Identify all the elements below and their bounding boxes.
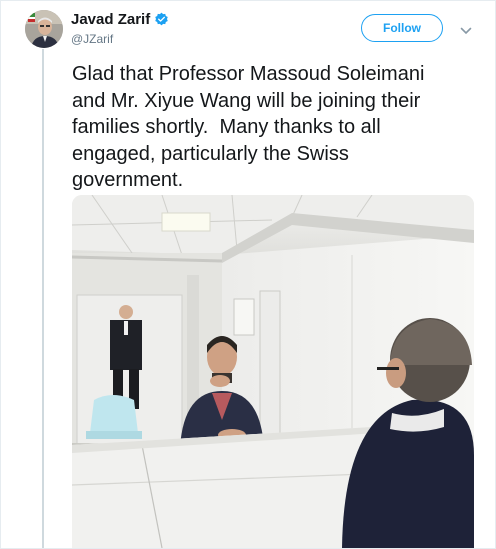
- tweet-text: Glad that Professor Massoud Soleimani an…: [72, 63, 425, 191]
- avatar[interactable]: [25, 10, 63, 48]
- author-handle[interactable]: @JZarif: [71, 32, 113, 46]
- chevron-down-icon[interactable]: [460, 23, 472, 35]
- verified-badge-icon: [154, 12, 169, 27]
- author-display-name[interactable]: Javad Zarif: [71, 11, 150, 28]
- follow-button[interactable]: Follow: [361, 14, 443, 42]
- tweet-card: Javad Zarif @JZarif Follow Glad that Pro…: [0, 0, 496, 549]
- thread-line: [42, 49, 44, 548]
- author-name-row[interactable]: Javad Zarif: [71, 11, 169, 28]
- tweet-photo[interactable]: [72, 195, 474, 548]
